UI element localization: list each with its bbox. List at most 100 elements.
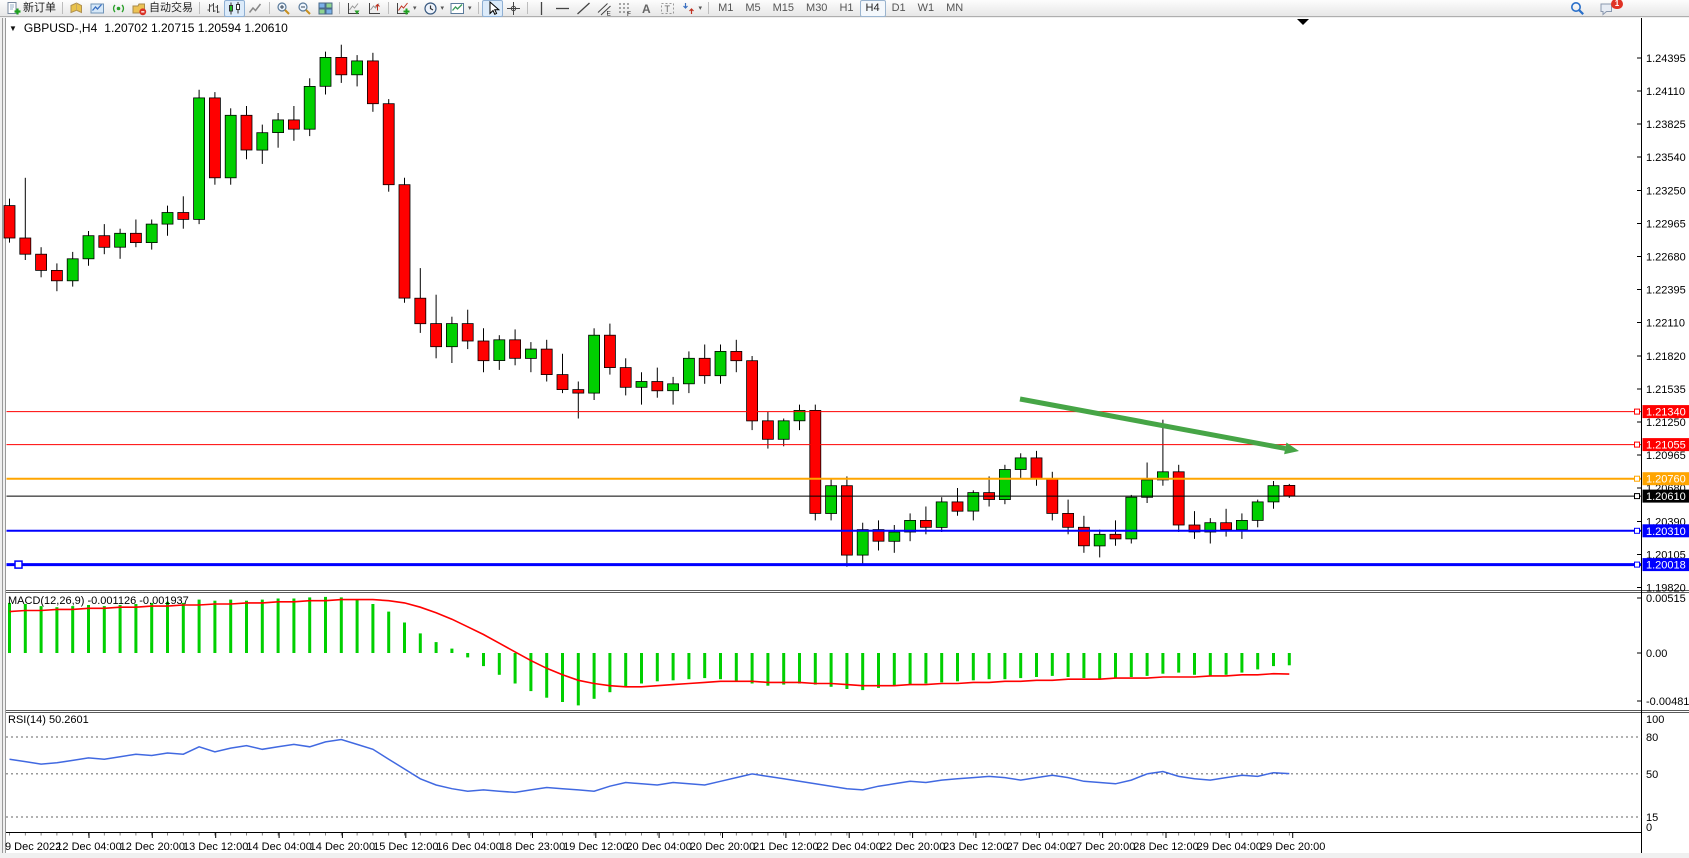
candle	[889, 532, 900, 541]
templates-button[interactable]: ▾	[447, 0, 475, 17]
macd-histogram-bar	[766, 653, 769, 686]
macd-histogram-bar	[940, 653, 943, 682]
candle	[431, 324, 442, 347]
candlestick-icon	[227, 1, 242, 16]
candle	[920, 520, 931, 527]
arrows-icon	[681, 1, 696, 16]
fibonacci-button[interactable]: F	[615, 0, 636, 17]
zoom-out-button[interactable]	[294, 0, 315, 17]
one-click-trading-toggle-icon[interactable]: ▼	[9, 24, 17, 33]
macd-histogram-bar	[213, 601, 216, 653]
candle	[620, 368, 631, 388]
timeframe-w1-button[interactable]: W1	[912, 0, 941, 17]
time-axis-label: 16 Dec 04:00	[436, 841, 501, 853]
macd-histogram-bar	[798, 653, 801, 684]
time-axis-label: 29 Dec 04:00	[1197, 841, 1262, 853]
rsi-axis-label: 50	[1646, 769, 1658, 781]
macd-histogram-bar	[482, 653, 485, 666]
history-center-button[interactable]	[66, 0, 87, 17]
zoom-in-icon	[276, 1, 291, 16]
macd-histogram-bar	[8, 603, 11, 653]
text-label-button[interactable]: T	[657, 0, 678, 17]
signals-button[interactable]	[108, 0, 129, 17]
macd-histogram-bar	[371, 604, 374, 653]
horizontal-line-button[interactable]	[552, 0, 573, 17]
candle	[1094, 534, 1105, 546]
text-button[interactable]: A	[636, 0, 657, 17]
candle	[320, 57, 331, 86]
candle	[1173, 472, 1184, 525]
candle	[1142, 480, 1153, 497]
cursor-button[interactable]	[482, 0, 503, 17]
dropdown-caret-icon[interactable]: ▾	[413, 4, 417, 12]
chart-shift-button[interactable]	[364, 0, 385, 17]
line-selection-handle[interactable]	[15, 561, 22, 568]
tile-windows-icon	[318, 1, 333, 16]
macd-histogram-bar	[356, 600, 359, 653]
macd-histogram-bar	[972, 653, 975, 680]
dropdown-caret-icon[interactable]: ▾	[441, 4, 445, 12]
timeframe-mn-button[interactable]: MN	[940, 0, 969, 17]
candle	[668, 384, 679, 391]
candle	[446, 324, 457, 347]
bar-chart-mode-button[interactable]	[203, 0, 224, 17]
candle	[1268, 486, 1279, 502]
vertical-line-button[interactable]	[531, 0, 552, 17]
notifications-button[interactable]: 1	[1596, 0, 1617, 17]
search-button[interactable]	[1567, 0, 1588, 17]
candle	[1236, 520, 1247, 529]
macd-histogram-bar	[1240, 653, 1243, 673]
arrows-button[interactable]: ▾	[678, 0, 706, 17]
equidistant-channel-button[interactable]: E	[594, 0, 615, 17]
periods-button[interactable]: ▾	[420, 0, 448, 17]
zoom-in-button[interactable]	[273, 0, 294, 17]
chart-canvas[interactable]: 1.243951.241101.238251.235401.232501.229…	[0, 0, 1689, 858]
candle	[462, 324, 473, 341]
timeframe-m1-button[interactable]: M1	[712, 0, 739, 17]
candle	[1221, 523, 1232, 530]
publish-chart-button[interactable]	[87, 0, 108, 17]
zoom-out-icon	[297, 1, 312, 16]
candlestick-mode-button[interactable]	[224, 0, 245, 17]
line-chart-mode-button[interactable]	[245, 0, 266, 17]
indicators-button[interactable]: ▾	[392, 0, 420, 17]
candle	[209, 98, 220, 178]
crosshair-button[interactable]	[503, 0, 524, 17]
candle	[415, 298, 426, 324]
timeframe-m30-button[interactable]: M30	[800, 0, 833, 17]
macd-histogram-bar	[1035, 653, 1038, 677]
candle	[1126, 497, 1137, 539]
candle	[162, 213, 173, 225]
macd-histogram-bar	[166, 602, 169, 653]
timeframe-m15-button[interactable]: M15	[767, 0, 800, 17]
indicators-icon	[395, 1, 410, 16]
auto-scroll-button[interactable]	[343, 0, 364, 17]
time-axis-label: 22 Dec 04:00	[816, 841, 881, 853]
macd-histogram-bar	[1209, 653, 1212, 676]
new-order-button[interactable]: 新订单	[3, 0, 59, 17]
macd-histogram-bar	[1067, 653, 1070, 677]
candle	[20, 238, 31, 254]
timeframe-h4-button[interactable]: H4	[860, 0, 886, 17]
macd-histogram-bar	[1193, 653, 1196, 675]
chart-cloud-icon	[90, 1, 105, 16]
trendline-icon	[576, 1, 591, 16]
timeframe-h1-button[interactable]: H1	[833, 0, 859, 17]
time-axis-label: 9 Dec 2022	[5, 841, 61, 853]
chart-background	[0, 18, 1689, 858]
macd-indicator-label: MACD(12,26,9) -0.001126 -0.001937	[8, 595, 189, 607]
timeframe-d1-button[interactable]: D1	[886, 0, 912, 17]
macd-histogram-bar	[561, 653, 564, 702]
tile-windows-button[interactable]	[315, 0, 336, 17]
autotrading-button[interactable]: 自动交易	[129, 0, 196, 17]
trendline-button[interactable]	[573, 0, 594, 17]
timeframe-m5-button[interactable]: M5	[739, 0, 766, 17]
macd-histogram-bar	[672, 653, 675, 680]
dropdown-caret-icon[interactable]: ▾	[699, 4, 703, 12]
candle	[968, 493, 979, 512]
macd-histogram-bar	[182, 603, 185, 653]
candle	[130, 233, 141, 242]
candle	[194, 98, 205, 219]
dropdown-caret-icon[interactable]: ▾	[468, 4, 472, 12]
macd-histogram-bar	[387, 612, 390, 653]
